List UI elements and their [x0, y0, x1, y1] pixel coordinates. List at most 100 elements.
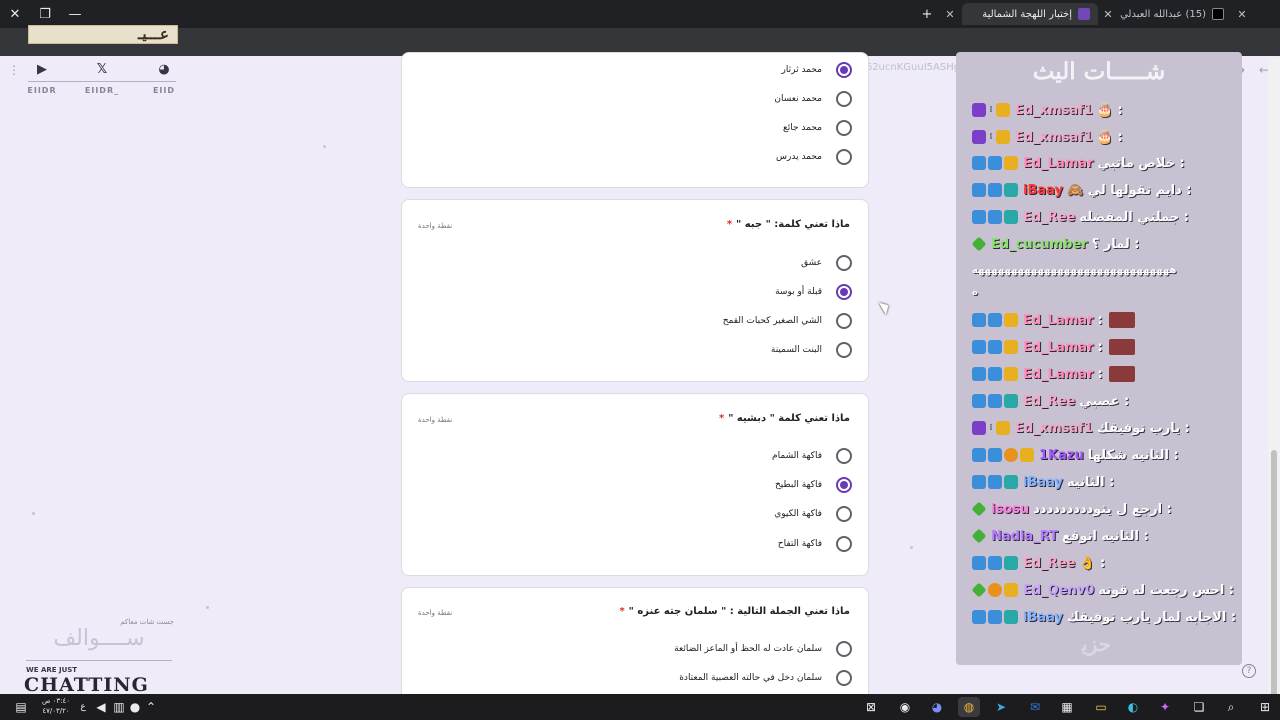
radio-option[interactable]: فاكهة التفاح — [778, 535, 852, 553]
discord-app-icon[interactable]: ◕ — [926, 697, 948, 717]
question-card: ماذا تعني الجملة التالية : " سلمان جته ع… — [401, 587, 869, 707]
radio-option[interactable]: فاكهة البطيخ — [775, 476, 852, 494]
radio-option[interactable]: محمد نعسان — [774, 90, 852, 108]
radio-button[interactable] — [836, 255, 852, 271]
radio-button[interactable] — [836, 120, 852, 136]
chat-badge-icon — [988, 156, 1002, 170]
chat-badge-icon — [1004, 183, 1018, 197]
chat-badge-icon — [972, 367, 986, 381]
close-window-icon[interactable]: ✕ — [4, 4, 26, 24]
new-tab-icon[interactable]: + — [916, 4, 938, 24]
radio-button[interactable] — [836, 62, 852, 78]
option-label: محمد يدرس — [776, 152, 822, 162]
chat-badge-icon — [988, 340, 1002, 354]
task-view-icon[interactable]: ❏ — [1188, 697, 1210, 717]
option-label: قبلة أو بوسة — [775, 287, 822, 297]
obs-icon[interactable]: ◉ — [894, 697, 916, 717]
chat-badge-icon — [972, 210, 986, 224]
page-scrollbar[interactable] — [1268, 58, 1280, 720]
chat-message: ⁞ Ed_xmsaf1: 🎂 — [972, 126, 1238, 148]
social-discord: ◕ EIID — [144, 60, 184, 96]
radio-button[interactable] — [836, 536, 852, 552]
chat-badge-icon — [1004, 610, 1018, 624]
tab-x-post[interactable]: (15) عبدالله العبدلي X :on "اختبار... — [1120, 3, 1232, 25]
chat-badge-icon: ⁞ — [989, 423, 993, 433]
tab-close-icon[interactable]: ✕ — [1234, 5, 1250, 23]
telegram-app-icon[interactable]: ➤ — [990, 697, 1012, 717]
chat-username: Ed_Lamar — [1023, 339, 1094, 355]
tab-close-icon[interactable]: ✕ — [1100, 5, 1116, 23]
tray-expand-icon[interactable]: ⌃ — [140, 697, 162, 717]
question-title: ماذا تعني الجملة التالية : " سلمان جته ع… — [450, 606, 850, 617]
menu-dots-icon[interactable]: ⋮ — [4, 61, 24, 79]
radio-button[interactable] — [836, 448, 852, 464]
radio-button[interactable] — [836, 641, 852, 657]
chat-text: : الثانيه اتوقع — [1061, 528, 1149, 544]
chat-text: : — [1097, 366, 1103, 382]
radio-option[interactable]: قبلة أو بوسة — [775, 283, 852, 301]
radio-option[interactable]: محمد يدرس — [776, 148, 852, 166]
social-links: ▶ EIIDR 𝕏 EIIDR_ ◕ EIID — [24, 60, 180, 106]
chat-message: Ed_Ree: جملتي المفضله — [972, 206, 1238, 228]
app-icon[interactable]: ⊠ — [860, 697, 882, 717]
taskbar-clock[interactable]: ٠٣:٤٠ ص ٤٧/٠٣/٢٠ — [36, 696, 76, 716]
start-menu-icon[interactable]: ⊞ — [1254, 697, 1276, 717]
file-explorer-icon[interactable]: ▭ — [1090, 697, 1112, 717]
chat-username: Ed_xmsaf1 — [1015, 129, 1093, 145]
stream-branding: جست شات معاكم ســــوالف WE ARE JUST CHAT… — [24, 616, 184, 694]
search-icon[interactable]: ⌕ — [1220, 697, 1242, 717]
chat-username: iBaay — [1023, 182, 1063, 198]
chat-text: ه — [972, 286, 978, 298]
copilot-app-icon[interactable]: ✦ — [1154, 697, 1176, 717]
chat-badge-icon — [972, 475, 986, 489]
store-app-icon[interactable]: ▦ — [1056, 697, 1078, 717]
radio-option[interactable]: محمد ثرثار — [782, 61, 852, 79]
radio-option[interactable]: فاكهة الكيوي — [774, 505, 852, 523]
radio-option[interactable]: سلمان عادت له الحظ أو الماعز الضائعة — [674, 640, 852, 658]
chat-text: : الثانيه شكلها — [1087, 447, 1179, 463]
radio-button[interactable] — [836, 313, 852, 329]
chat-message: Ed_Ree: عصبي — [972, 390, 1238, 412]
chat-badge-icon — [972, 421, 986, 435]
tab-google-form[interactable]: إختبار اللهجة الشمالية — [962, 3, 1098, 25]
radio-button[interactable] — [836, 670, 852, 686]
social-youtube: ▶ EIIDR — [22, 60, 62, 96]
chat-badge-icon — [988, 394, 1002, 408]
chat-badge-icon — [988, 610, 1002, 624]
chat-title: شـــــات اليث — [1032, 58, 1166, 85]
option-label: فاكهة التفاح — [777, 539, 822, 549]
chrome-app-icon[interactable]: ◍ — [958, 697, 980, 717]
scrollbar-thumb[interactable] — [1271, 450, 1277, 720]
help-icon[interactable]: ? — [1242, 664, 1256, 678]
radio-option[interactable]: سلمان دخل في حالته العصبية المعتادة — [679, 669, 852, 687]
radio-button[interactable] — [836, 91, 852, 107]
radio-option[interactable]: عشق — [801, 254, 852, 272]
chat-text: ههههههههههههههههههههههههههههههه — [972, 264, 1177, 276]
chat-text: : دايم تقولها لي 🙈 — [1066, 182, 1192, 198]
radio-option[interactable]: محمد جائع — [783, 119, 852, 137]
radio-option[interactable]: فاكهة الشمام — [772, 447, 852, 465]
radio-button[interactable] — [836, 477, 852, 493]
tab-close-icon[interactable]: ✕ — [942, 5, 958, 23]
youtube-icon: ▶ — [37, 61, 47, 77]
radio-button[interactable] — [836, 342, 852, 358]
notification-icon[interactable]: ▤ — [10, 697, 32, 717]
minimize-window-icon[interactable]: — — [64, 4, 86, 24]
chat-text: : جملتي المفضله — [1079, 209, 1189, 225]
tab-title: إختبار اللهجة الشمالية — [982, 8, 1072, 20]
radio-button[interactable] — [836, 506, 852, 522]
radio-option[interactable]: الشي الصغير كحبات القمح — [723, 312, 852, 330]
branding-subtitle: جست شات معاكم — [120, 618, 174, 626]
radio-button[interactable] — [836, 284, 852, 300]
radio-button[interactable] — [836, 149, 852, 165]
option-label: البنت السمينة — [770, 345, 822, 355]
radio-option[interactable]: البنت السمينة — [771, 341, 852, 359]
edge-app-icon[interactable]: ◐ — [1122, 697, 1144, 717]
chat-username: Ed_Lamar — [1023, 155, 1094, 171]
restore-window-icon[interactable]: ❐ — [34, 4, 56, 24]
chat-badge-icon — [1004, 210, 1018, 224]
outlook-app-icon[interactable]: ✉ — [1024, 697, 1046, 717]
chat-badge-icon — [972, 448, 986, 462]
chat-badge-icon: ⁞ — [989, 132, 993, 142]
question-card: ماذا تعني كلمة: " جبه "* نقطة واحدة عشق … — [401, 199, 869, 382]
